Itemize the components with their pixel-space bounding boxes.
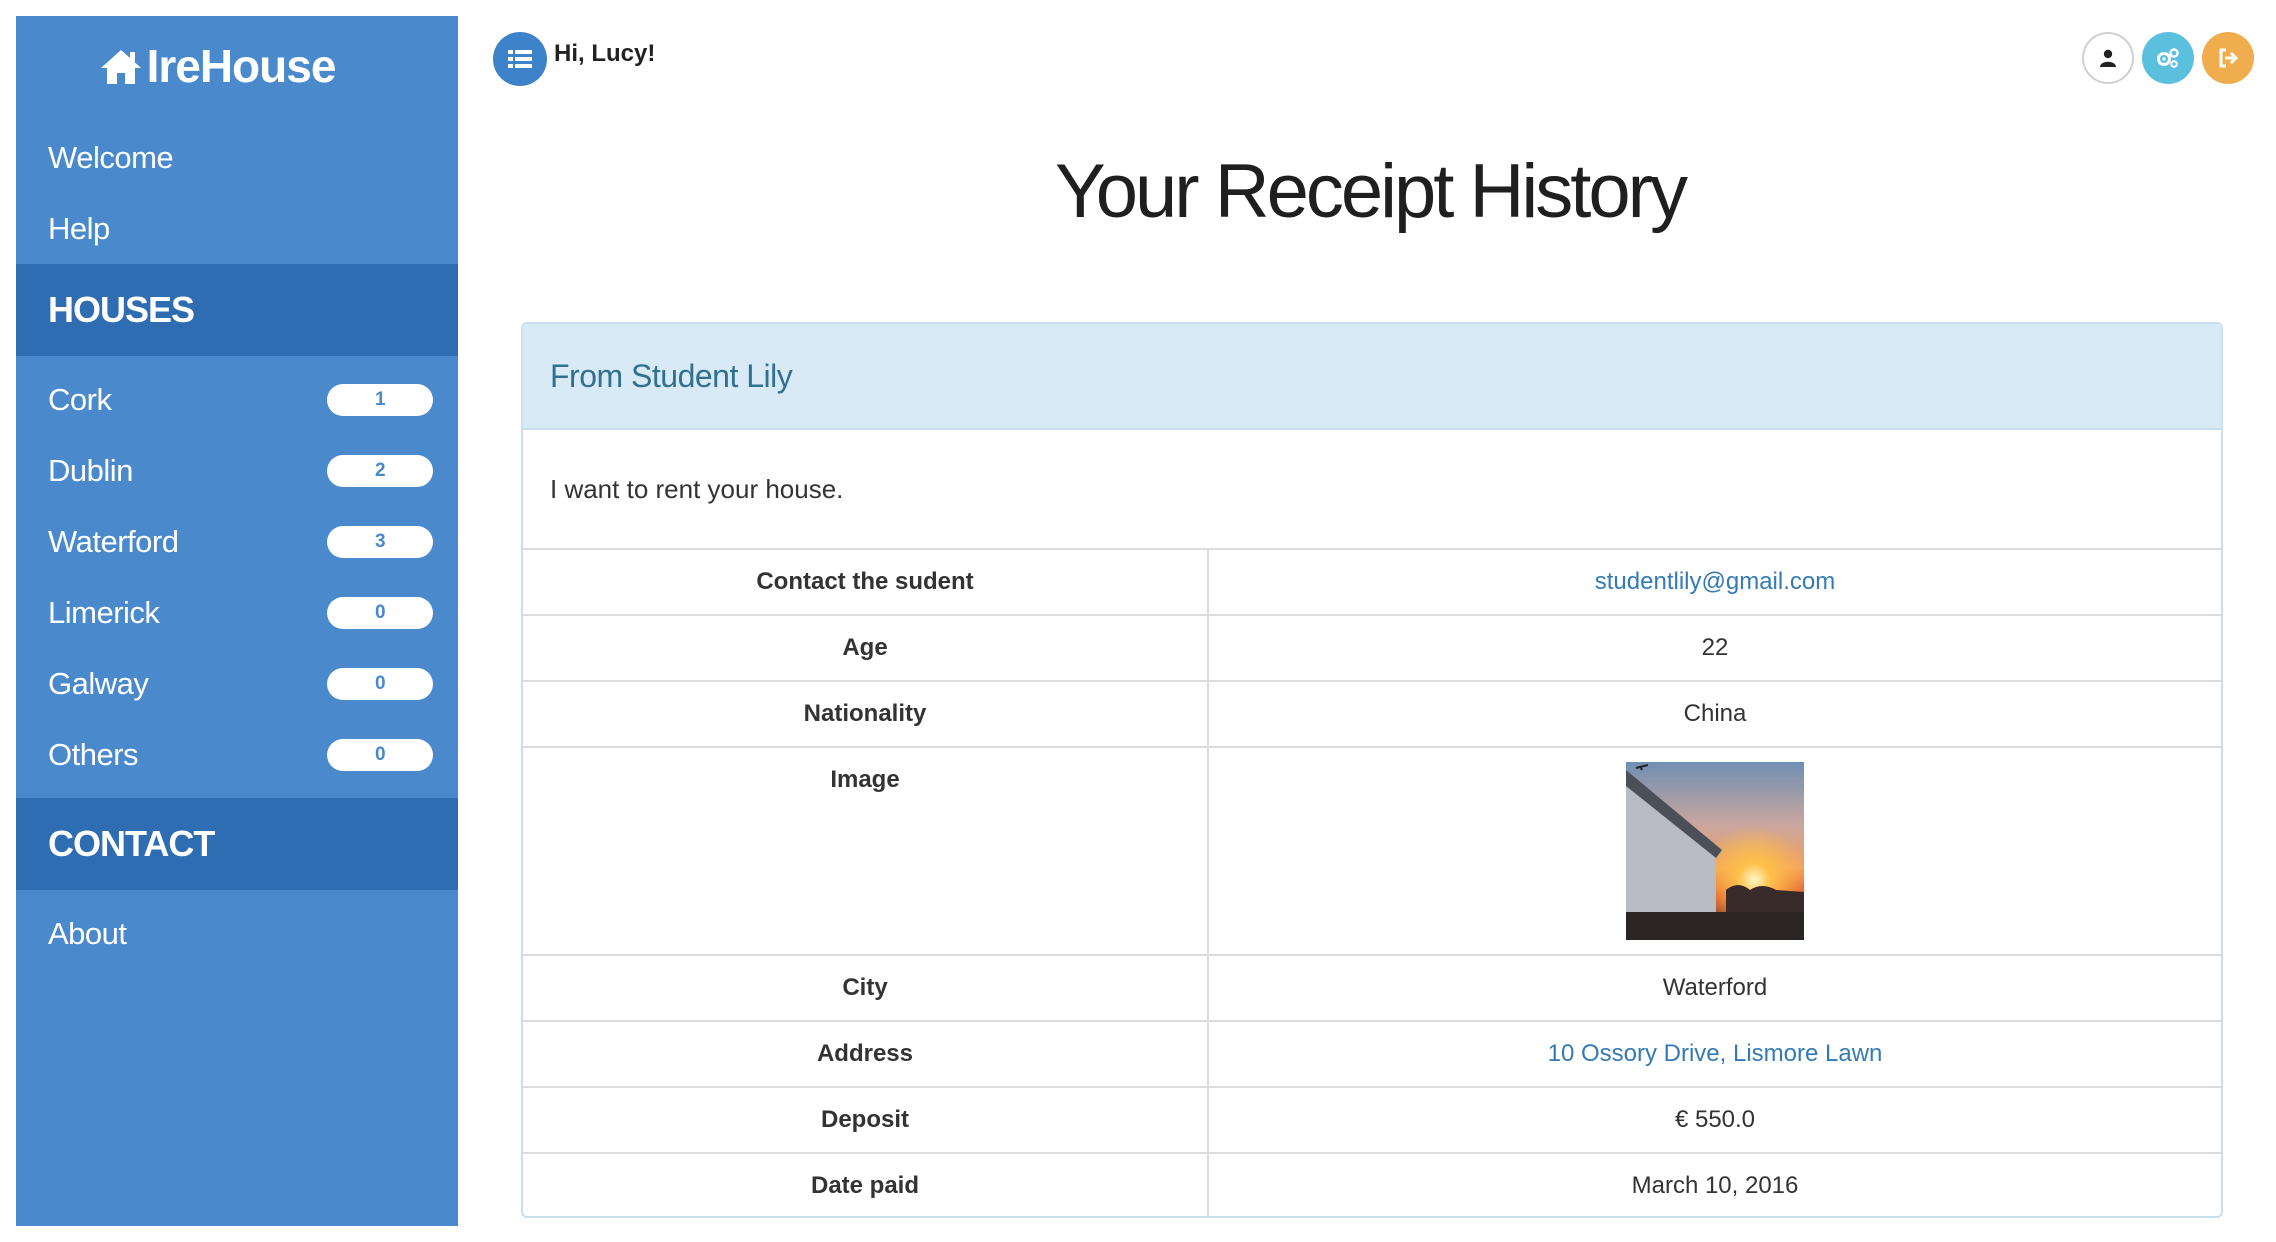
count-badge: 0 [327,596,433,629]
settings-button[interactable] [2142,32,2194,84]
row-value: € 550.0 [1208,1086,2221,1153]
list-icon [508,50,532,68]
student-photo[interactable] [1626,762,1804,940]
table-row: Date paid March 10, 2016 [523,1152,2221,1216]
table-row: City Waterford [523,954,2221,1021]
count-badge: 0 [327,738,433,771]
row-value: China [1208,680,2221,747]
sidebar-item-waterford[interactable]: Waterford 3 [16,506,458,577]
row-label: Date paid [523,1152,1209,1216]
brand-name: IreHouse [146,40,337,92]
table-row: Age 22 [523,614,2221,681]
sidebar-item-welcome[interactable]: Welcome [16,122,458,193]
sidebar: IreHouse Welcome Help HOUSES Cork 1 Dubl… [16,16,458,1226]
sidebar-item-about[interactable]: About [16,898,458,969]
count-badge: 1 [327,383,433,416]
sidebar-item-galway[interactable]: Galway 0 [16,648,458,719]
address-link[interactable]: 10 Ossory Drive, Lismore Lawn [1548,1040,1883,1067]
receipt-table: Contact the sudent studentlily@gmail.com… [523,548,2221,1216]
row-value: studentlily@gmail.com [1208,548,2221,615]
student-email-link[interactable]: studentlily@gmail.com [1595,568,1835,595]
row-label: Nationality [523,680,1209,747]
city-label: Cork [48,381,112,417]
user-icon [2100,49,2116,67]
city-label: Galway [48,665,149,701]
brand-logo[interactable]: IreHouse [16,16,458,116]
row-label: City [523,954,1209,1021]
table-row: Deposit € 550.0 [523,1086,2221,1153]
row-label: Image [523,746,1209,955]
table-row: Image [523,746,2221,955]
panel-heading: From Student Lily [523,324,2221,430]
count-badge: 0 [327,667,433,700]
city-label: Limerick [48,594,160,630]
settings-icon [2157,48,2179,68]
city-label: Dublin [48,452,133,488]
sidebar-item-limerick[interactable]: Limerick 0 [16,577,458,648]
row-label: Contact the sudent [523,548,1209,615]
home-icon [100,50,141,84]
city-label: Waterford [48,523,179,559]
row-value: 10 Ossory Drive, Lismore Lawn [1208,1020,2221,1087]
profile-button[interactable] [2082,32,2134,84]
table-row: Nationality China [523,680,2221,747]
table-row: Contact the sudent studentlily@gmail.com [523,548,2221,615]
count-badge: 3 [327,525,433,558]
sidebar-item-help[interactable]: Help [16,193,458,264]
header-actions [2082,32,2254,84]
greeting: Hi, Lucy! [554,40,656,67]
count-badge: 2 [327,454,433,487]
logout-icon [2219,48,2239,68]
city-list: Cork 1 Dublin 2 Waterford 3 Limerick 0 G… [16,356,458,798]
top-links: Welcome Help [16,122,458,264]
sidebar-item-cork[interactable]: Cork 1 [16,364,458,435]
row-value [1208,746,2221,955]
row-label: Address [523,1020,1209,1087]
row-label: Age [523,614,1209,681]
page-title: Your Receipt History [1055,149,1688,234]
row-value: March 10, 2016 [1208,1152,2221,1216]
contact-links: About [16,890,458,969]
menu-toggle-button[interactable] [493,32,547,86]
receipt-message: I want to rent your house. [550,473,844,504]
logout-button[interactable] [2202,32,2254,84]
table-row: Address 10 Ossory Drive, Lismore Lawn [523,1020,2221,1087]
row-value: 22 [1208,614,2221,681]
receipt-panel: From Student Lily I want to rent your ho… [521,322,2223,1218]
sidebar-item-dublin[interactable]: Dublin 2 [16,435,458,506]
row-value: Waterford [1208,954,2221,1021]
city-label: Others [48,736,139,772]
row-label: Deposit [523,1086,1209,1153]
houses-heading: HOUSES [16,264,458,356]
contact-heading: CONTACT [16,798,458,890]
sidebar-item-others[interactable]: Others 0 [16,719,458,790]
